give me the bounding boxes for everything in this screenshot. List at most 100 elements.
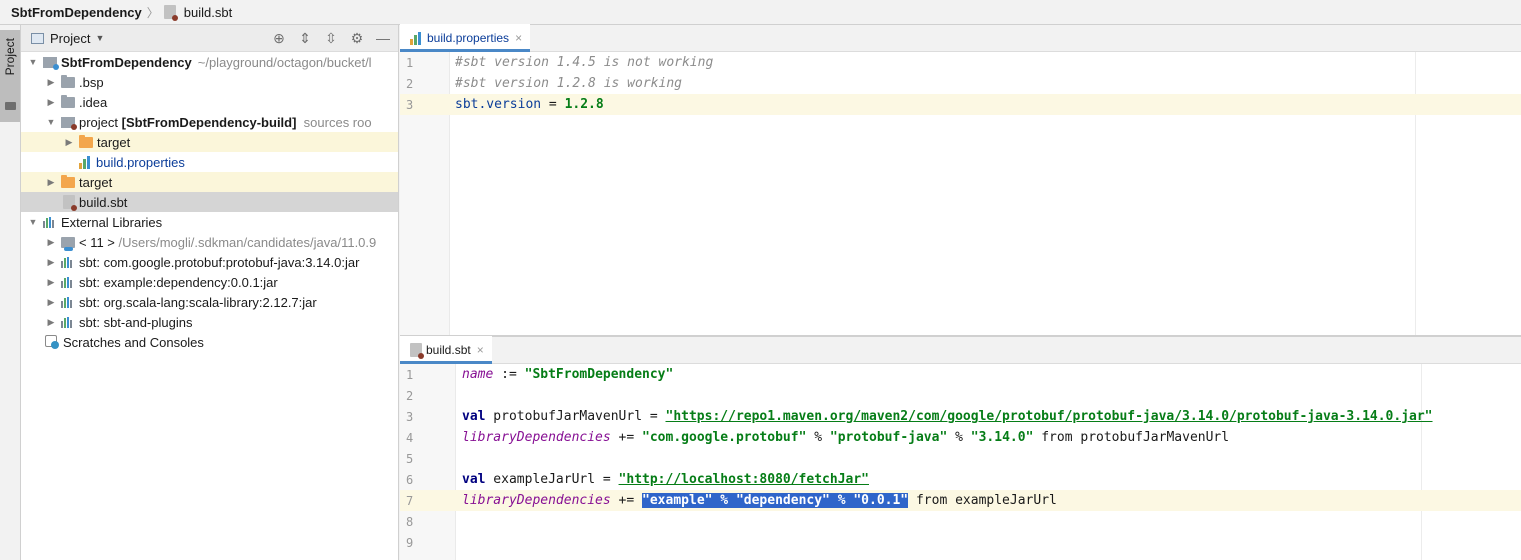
tree-item-external-libraries[interactable]: ▼ External Libraries: [21, 212, 398, 232]
collapsed-arrow-icon[interactable]: ▶: [45, 257, 57, 268]
code-identifier: libraryDependencies: [462, 493, 611, 508]
collapsed-arrow-icon[interactable]: ▶: [45, 77, 57, 88]
code-keyword: val: [462, 409, 486, 424]
tree-item-label: .idea: [79, 94, 108, 110]
excluded-folder-icon: [79, 134, 93, 148]
sbt-file-icon: [63, 195, 77, 211]
code-line[interactable]: 4 libraryDependencies += "com.google.pro…: [400, 427, 1521, 448]
folder-icon: [61, 94, 75, 108]
expand-all-icon[interactable]: ⇕: [296, 29, 314, 47]
project-panel-header: Project ▼ ⊕ ⇕ ⇳ ⚙ —: [21, 25, 398, 52]
chevron-down-icon[interactable]: ▼: [95, 33, 104, 43]
property-value: 1.2.8: [564, 97, 604, 112]
sbt-file-icon: [163, 5, 178, 21]
tree-item-label: build.properties: [96, 154, 185, 170]
close-icon[interactable]: ×: [477, 343, 484, 357]
code-keyword: val: [462, 472, 486, 487]
code-identifier: protobufJarMavenUrl =: [485, 409, 666, 424]
code-line[interactable]: 3 val protobufJarMavenUrl = "https://rep…: [400, 406, 1521, 427]
gear-icon[interactable]: ⚙: [348, 29, 366, 47]
tree-item-scratches[interactable]: Scratches and Consoles: [21, 332, 398, 352]
tree-item-build-properties[interactable]: build.properties: [21, 152, 398, 172]
collapsed-arrow-icon[interactable]: ▶: [45, 317, 57, 328]
code-identifier: name: [462, 367, 494, 382]
collapsed-arrow-icon[interactable]: ▶: [45, 177, 57, 188]
code-string: "3.14.0": [970, 430, 1034, 445]
code-line[interactable]: 8: [400, 511, 1521, 532]
collapsed-arrow-icon[interactable]: ▶: [45, 237, 57, 248]
project-tab-label: Project: [3, 38, 17, 76]
code-identifier: libraryDependencies: [462, 430, 611, 445]
tree-item-module-name: [SbtFromDependency-build]: [121, 114, 297, 130]
tree-item-root[interactable]: ▼ SbtFromDependency ~/playground/octagon…: [21, 52, 398, 72]
project-view-icon: [31, 32, 44, 44]
code-operator: =: [541, 97, 565, 112]
line-number: 6: [406, 472, 414, 487]
tree-item-target[interactable]: ▶ target: [21, 172, 398, 192]
collapsed-arrow-icon[interactable]: ▶: [45, 297, 57, 308]
collapse-all-icon[interactable]: ⇳: [322, 29, 340, 47]
tree-item-idea[interactable]: ▶ .idea: [21, 92, 398, 112]
breadcrumb-project[interactable]: SbtFromDependency: [11, 5, 142, 20]
selected-text[interactable]: "example" % "dependency" % "0.0.1": [642, 493, 909, 508]
expand-arrow-icon[interactable]: ▼: [27, 57, 39, 67]
breadcrumb-file[interactable]: build.sbt: [163, 5, 232, 21]
code-line[interactable]: 2 #sbt version 1.2.8 is working: [400, 73, 1521, 94]
collapsed-arrow-icon[interactable]: ▶: [45, 97, 57, 108]
code-comment: #sbt version 1.2.8 is working: [455, 76, 682, 91]
line-number: 1: [406, 55, 414, 70]
collapsed-arrow-icon[interactable]: ▶: [45, 277, 57, 288]
project-view-selector[interactable]: Project: [50, 31, 90, 46]
excluded-folder-icon: [61, 174, 75, 188]
code-line[interactable]: 2: [400, 385, 1521, 406]
code-area[interactable]: 1 #sbt version 1.4.5 is not working 2 #s…: [400, 52, 1521, 115]
project-tool-window-tab[interactable]: Project: [0, 30, 20, 122]
expand-arrow-icon[interactable]: ▼: [45, 117, 57, 127]
library-icon: [43, 216, 57, 228]
tree-item-label: .bsp: [79, 74, 104, 90]
properties-file-icon: [79, 155, 92, 169]
tree-item-lib-scala[interactable]: ▶ sbt: org.scala-lang:scala-library:2.12…: [21, 292, 398, 312]
locate-icon[interactable]: ⊕: [270, 29, 288, 47]
line-number: 4: [406, 430, 414, 445]
code-url-string[interactable]: "https://repo1.maven.org/maven2/com/goog…: [666, 409, 1433, 424]
properties-file-icon: [410, 31, 423, 45]
tab-label: build.properties: [427, 30, 510, 45]
close-icon[interactable]: ×: [515, 31, 522, 45]
module-folder-icon: [61, 116, 77, 130]
code-identifier: from exampleJarUrl: [908, 493, 1057, 508]
tree-item-project-target[interactable]: ▶ target: [21, 132, 398, 152]
code-line[interactable]: 5: [400, 448, 1521, 469]
code-identifier: from protobufJarMavenUrl: [1033, 430, 1230, 445]
tab-build-sbt[interactable]: build.sbt ×: [400, 336, 492, 364]
tree-item-label: sbt: example:dependency:0.0.1:jar: [79, 274, 278, 290]
hide-icon[interactable]: —: [374, 29, 392, 47]
code-line-current[interactable]: 7 libraryDependencies += "example" % "de…: [400, 490, 1521, 511]
tree-item-jdk[interactable]: ▶ < 11 > /Users/mogli/.sdkman/candidates…: [21, 232, 398, 252]
library-icon: [61, 316, 75, 328]
tree-item-project[interactable]: ▼ project [SbtFromDependency-build] sour…: [21, 112, 398, 132]
jdk-icon: [61, 236, 75, 251]
code-line[interactable]: 6 val exampleJarUrl = "http://localhost:…: [400, 469, 1521, 490]
tab-label: build.sbt: [426, 342, 471, 357]
tree-item-lib-example[interactable]: ▶ sbt: example:dependency:0.0.1:jar: [21, 272, 398, 292]
collapsed-arrow-icon[interactable]: ▶: [63, 137, 75, 148]
code-line[interactable]: 9: [400, 532, 1521, 553]
tree-item-lib-protobuf[interactable]: ▶ sbt: com.google.protobuf:protobuf-java…: [21, 252, 398, 272]
code-url-string[interactable]: "http://localhost:8080/fetchJar": [619, 472, 869, 487]
tree-item-build-sbt[interactable]: build.sbt: [21, 192, 398, 212]
line-number: 3: [406, 409, 414, 424]
tab-build-properties[interactable]: build.properties ×: [400, 24, 531, 52]
left-tool-stripe: Project: [0, 25, 21, 560]
code-operator: +=: [610, 493, 643, 508]
code-line-current[interactable]: 3 sbt.version = 1.2.8: [400, 94, 1521, 115]
tree-item-lib-sbt-plugins[interactable]: ▶ sbt: sbt-and-plugins: [21, 312, 398, 332]
code-line[interactable]: 1 #sbt version 1.4.5 is not working: [400, 52, 1521, 73]
expand-arrow-icon[interactable]: ▼: [27, 217, 39, 227]
tree-item-bsp[interactable]: ▶ .bsp: [21, 72, 398, 92]
tree-item-label: External Libraries: [61, 214, 163, 230]
code-string: "SbtFromDependency": [524, 367, 674, 382]
code-line[interactable]: 1 name := "SbtFromDependency": [400, 364, 1521, 385]
code-content: name := "SbtFromDependency": [462, 367, 673, 382]
code-area[interactable]: 1 name := "SbtFromDependency" 2 3 val pr…: [400, 364, 1521, 553]
